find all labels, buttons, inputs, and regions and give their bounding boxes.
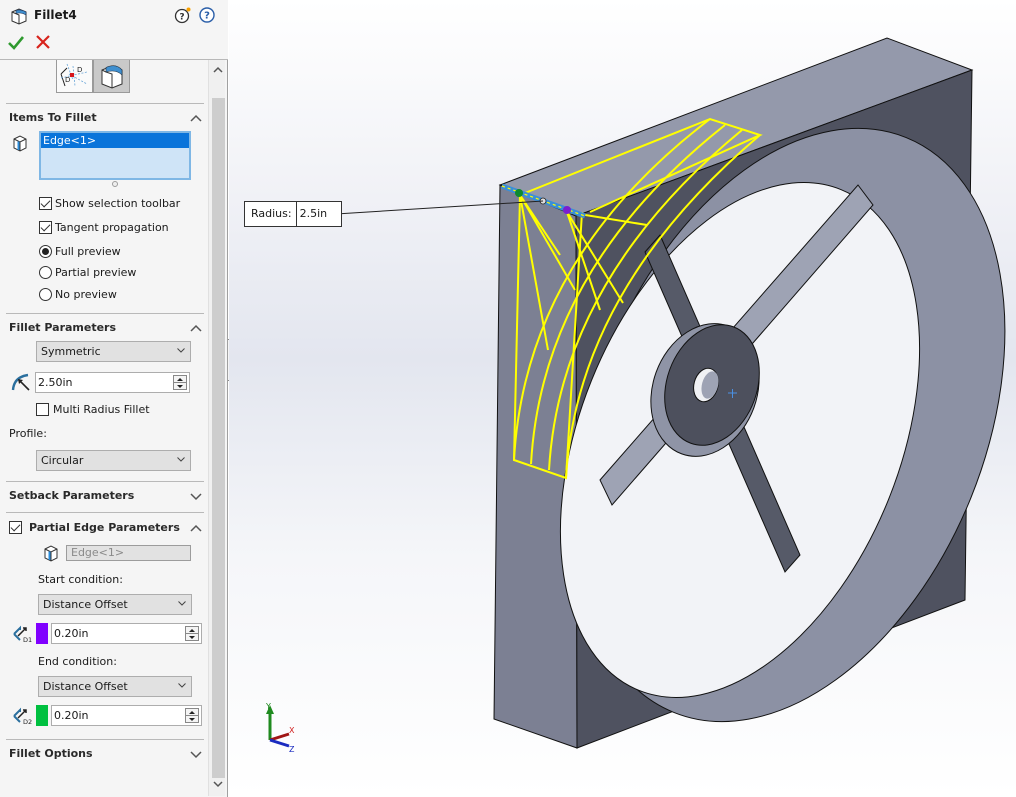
full-preview-label: Full preview	[55, 245, 121, 258]
radius-callout[interactable]: Radius: 2.5in	[244, 201, 343, 227]
fillet-parameters-header[interactable]: Fillet Parameters	[9, 321, 116, 334]
collapse-chevron-icon[interactable]	[190, 523, 202, 533]
partial-edge-parameters-checkbox[interactable]	[9, 521, 22, 534]
profile-value: Circular	[41, 454, 84, 467]
fillet-icon	[101, 65, 123, 89]
radius-input[interactable]: 2.50in	[35, 372, 190, 393]
fillet-feature-icon	[11, 8, 27, 25]
section-divider	[6, 481, 204, 482]
property-manager-header: Fillet4 ? ?	[0, 0, 228, 60]
end-condition-value: Distance Offset	[43, 680, 128, 693]
show-selection-toolbar-label: Show selection toolbar	[55, 197, 181, 210]
distance-d2-icon: D2	[13, 707, 32, 726]
radius-callout-value[interactable]: 2.5in	[297, 202, 342, 226]
chevron-down-icon	[178, 683, 186, 688]
list-item[interactable]: Edge<1>	[41, 133, 189, 148]
ok-button[interactable]	[7, 34, 25, 52]
start-condition-dropdown[interactable]: Distance Offset	[38, 594, 192, 615]
fillet-xpert-tab[interactable]: D D	[56, 60, 93, 93]
feature-title: Fillet4	[34, 8, 77, 22]
svg-text:?: ?	[204, 11, 210, 22]
end-condition-label: End condition:	[38, 655, 117, 668]
help-whats-new-icon[interactable]: ?	[174, 6, 192, 24]
tangent-propagation-checkbox[interactable]	[39, 221, 52, 234]
distance-d1-icon: D1	[13, 625, 32, 644]
no-preview-radio[interactable]	[39, 288, 52, 301]
fillet-options-header[interactable]: Fillet Options	[9, 747, 93, 760]
end-offset-spinner[interactable]	[185, 708, 199, 723]
radius-spinner[interactable]	[173, 375, 187, 390]
svg-text:D: D	[77, 66, 82, 74]
multi-radius-fillet-label: Multi Radius Fillet	[53, 403, 150, 416]
graphics-viewport[interactable]: Y X Z	[229, 0, 1016, 797]
scroll-down-button[interactable]	[209, 778, 226, 794]
fillet-method-value: Symmetric	[41, 345, 101, 358]
triad-y-label: Y	[265, 702, 271, 711]
partial-preview-label: Partial preview	[55, 266, 137, 279]
chevron-down-icon	[212, 781, 223, 788]
end-color-swatch	[36, 705, 48, 726]
multi-radius-fillet-checkbox[interactable]	[36, 403, 49, 416]
start-handle[interactable]	[515, 189, 523, 197]
end-handle[interactable]	[563, 206, 571, 214]
partial-edge-field: Edge<1>	[66, 545, 191, 561]
start-condition-value: Distance Offset	[43, 598, 128, 611]
edge-selection-icon	[44, 545, 58, 562]
show-selection-toolbar-checkbox[interactable]	[39, 197, 52, 210]
items-to-fillet-list[interactable]: Edge<1>	[39, 131, 191, 180]
chevron-up-icon	[212, 66, 223, 73]
collapse-chevron-icon[interactable]	[190, 113, 202, 123]
view-triad[interactable]: Y X Z	[265, 702, 295, 754]
radius-icon	[11, 373, 30, 391]
cancel-button[interactable]	[35, 34, 51, 50]
scrollbar-thumb[interactable]	[212, 98, 225, 778]
svg-text:D2: D2	[23, 718, 32, 726]
triad-x-label: X	[289, 726, 295, 735]
edge-selection-icon	[13, 135, 27, 152]
radius-value: 2.50in	[38, 376, 73, 389]
model-view: Y X Z	[265, 37, 1006, 754]
items-to-fillet-header[interactable]: Items To Fillet	[9, 111, 97, 124]
end-condition-dropdown[interactable]: Distance Offset	[38, 676, 192, 697]
fillet-method-dropdown[interactable]: Symmetric	[36, 341, 191, 362]
section-divider	[6, 512, 204, 513]
svg-text:D: D	[65, 76, 70, 84]
expand-chevron-icon[interactable]	[190, 749, 202, 759]
fillet-xpert-icon: D D	[60, 63, 88, 87]
svg-text:D1: D1	[23, 636, 32, 644]
property-manager: Fillet4 ? ? D D Items To Fillet Edge<1> …	[0, 0, 228, 797]
scroll-up-button[interactable]	[209, 64, 226, 80]
svg-text:?: ?	[179, 13, 184, 23]
help-icon[interactable]: ?	[198, 6, 216, 24]
property-manager-tabs: D D	[56, 60, 130, 93]
profile-dropdown[interactable]: Circular	[36, 450, 191, 471]
radius-callout-label: Radius:	[245, 202, 297, 226]
start-offset-spinner[interactable]	[185, 626, 199, 641]
full-preview-radio[interactable]	[39, 245, 52, 258]
end-offset-value: 0.20in	[54, 709, 89, 722]
start-condition-label: Start condition:	[38, 573, 123, 586]
start-offset-value: 0.20in	[54, 627, 89, 640]
chevron-down-icon	[178, 601, 186, 606]
fillet-manual-tab[interactable]	[93, 60, 130, 93]
section-divider	[6, 739, 204, 740]
profile-label: Profile:	[9, 427, 47, 440]
end-offset-input[interactable]: 0.20in	[51, 705, 202, 726]
chevron-down-icon	[177, 348, 185, 353]
section-divider	[6, 313, 204, 314]
tangent-propagation-label: Tangent propagation	[55, 221, 169, 234]
partial-edge-parameters-header[interactable]: Partial Edge Parameters	[29, 521, 180, 534]
list-resize-handle[interactable]	[112, 181, 118, 187]
collapse-chevron-icon[interactable]	[190, 323, 202, 333]
expand-chevron-icon[interactable]	[190, 491, 202, 501]
panel-scrollbar[interactable]	[208, 60, 225, 796]
no-preview-label: No preview	[55, 288, 117, 301]
triad-z-label: Z	[289, 745, 295, 754]
partial-preview-radio[interactable]	[39, 266, 52, 279]
start-offset-input[interactable]: 0.20in	[51, 623, 202, 644]
setback-parameters-header[interactable]: Setback Parameters	[9, 489, 134, 502]
chevron-down-icon	[177, 457, 185, 462]
section-divider	[6, 103, 204, 104]
start-color-swatch	[36, 623, 48, 644]
